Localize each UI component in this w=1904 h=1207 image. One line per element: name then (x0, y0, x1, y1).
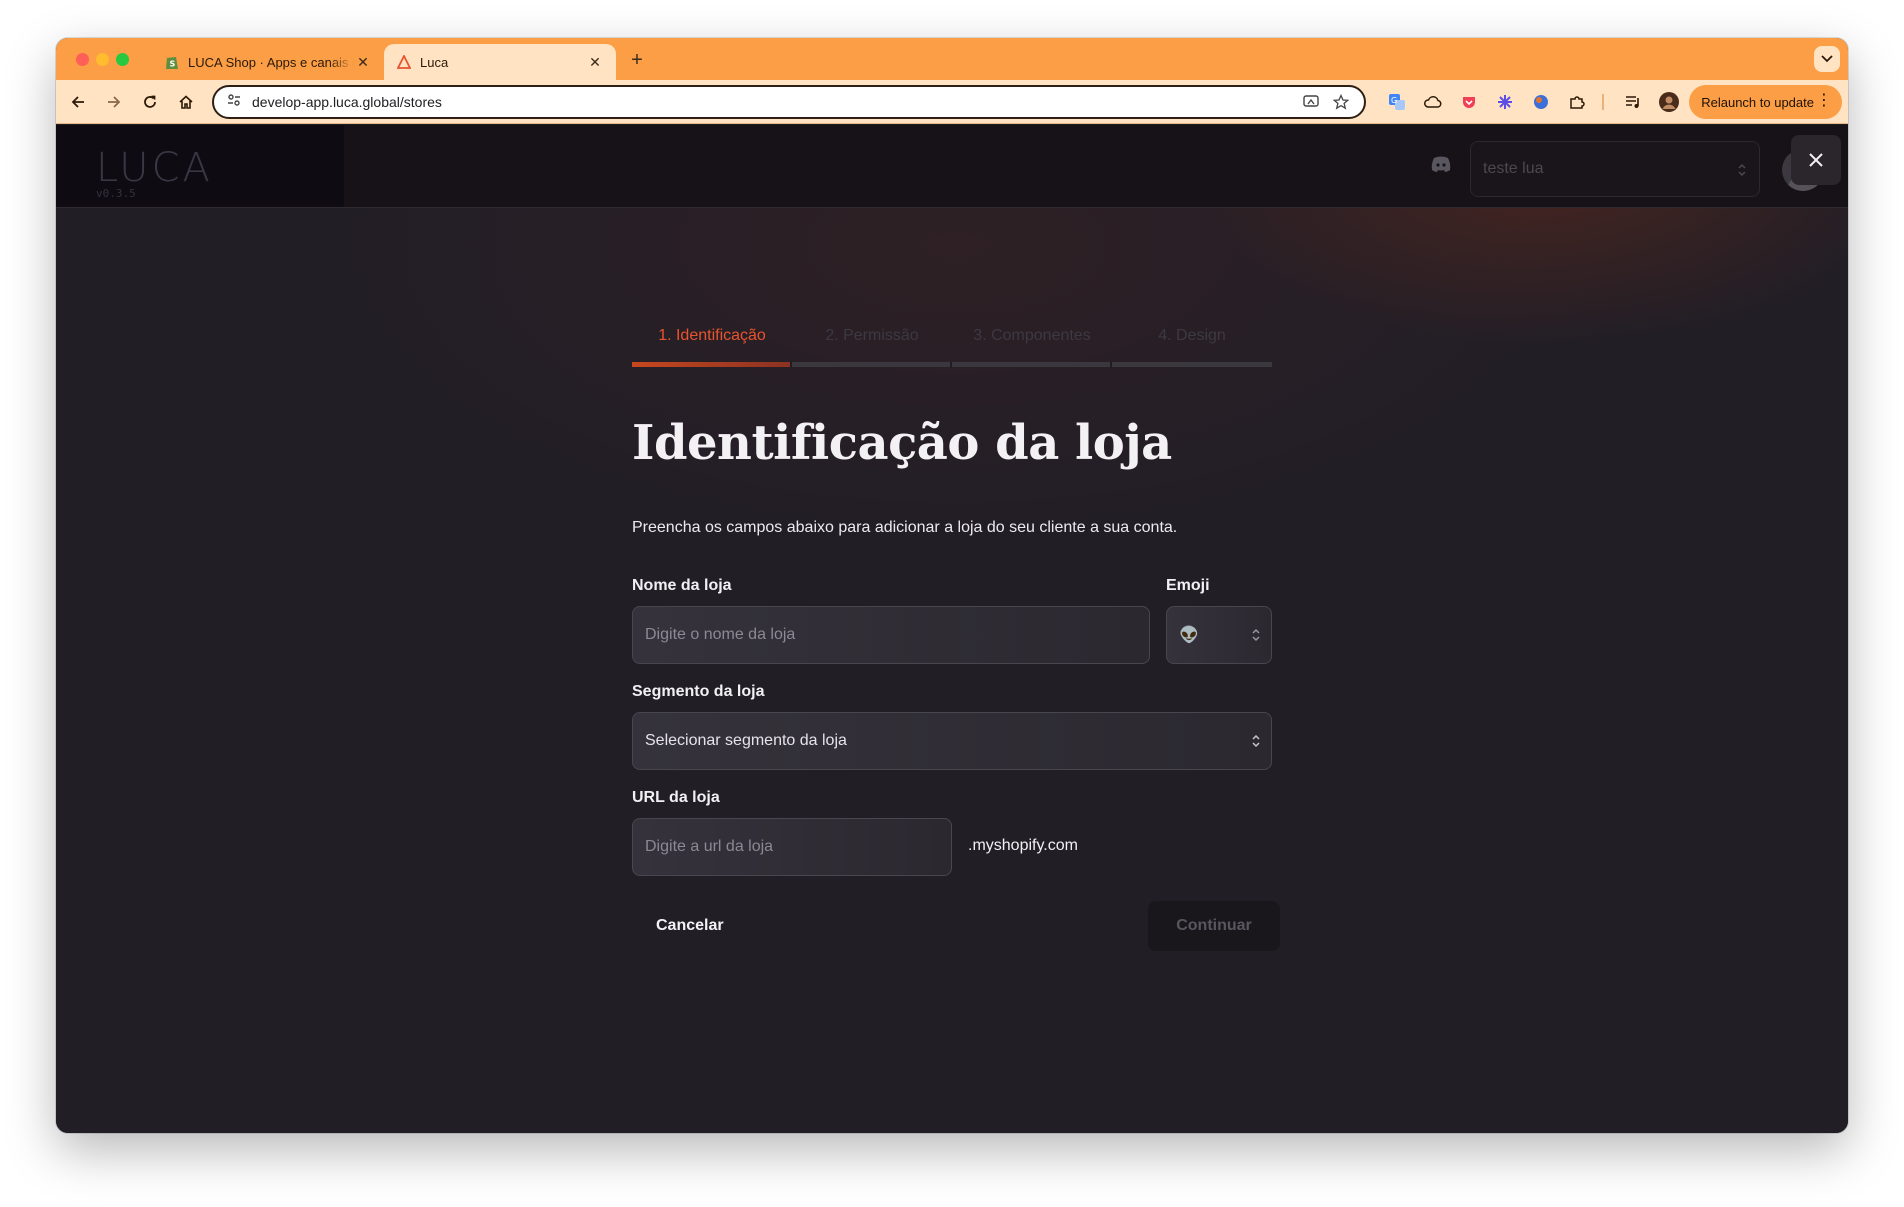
profile-avatar-icon[interactable] (1658, 91, 1680, 113)
minimize-window-button[interactable] (96, 53, 109, 66)
tab-luca[interactable]: Luca ✕ (384, 44, 616, 80)
close-icon (1809, 153, 1823, 167)
step-design[interactable]: 4. Design (1112, 317, 1272, 367)
app-viewport: LUCA v0.3.5 teste lua 1. Identificação 2… (56, 125, 1848, 1133)
app-version: v0.3.5 (96, 187, 136, 200)
store-selector-value: teste lua (1483, 160, 1544, 177)
store-name-label: Nome da loja (632, 577, 732, 594)
media-controls-icon[interactable] (1622, 91, 1644, 113)
address-bar[interactable]: develop-app.luca.global/stores (212, 85, 1366, 119)
tab-bar: S LUCA Shop · Apps e canais de vendas ✕ … (56, 38, 1848, 80)
site-settings-icon[interactable] (226, 92, 242, 113)
luca-triangle-icon (396, 54, 412, 70)
tab-luca-shop[interactable]: S LUCA Shop · Apps e canais de vendas ✕ (152, 44, 384, 80)
segment-select-value: Selecionar segmento da loja (645, 732, 847, 749)
segment-label: Segmento da loja (632, 683, 765, 700)
modal-close-button[interactable] (1791, 135, 1841, 185)
reload-button[interactable] (138, 90, 162, 114)
svg-text:S: S (170, 60, 176, 69)
arrow-left-icon (71, 96, 84, 108)
emoji-select[interactable]: 👽 (1166, 606, 1272, 664)
chevron-updown-icon (1252, 734, 1260, 748)
store-selector[interactable]: teste lua (1470, 141, 1760, 197)
browser-toolbar: develop-app.luca.global/stores G Relaunc… (56, 80, 1848, 124)
browser-window: S LUCA Shop · Apps e canais de vendas ✕ … (56, 38, 1848, 1133)
url-label: URL da loja (632, 789, 720, 806)
toolbar-divider (1602, 94, 1604, 110)
cancel-button[interactable]: Cancelar (632, 901, 748, 951)
new-tab-button[interactable]: + (626, 50, 648, 72)
maximize-window-button[interactable] (116, 53, 129, 66)
store-url-field[interactable] (632, 818, 952, 876)
step-progress-bar (632, 362, 792, 367)
url-suffix: .myshopify.com (968, 837, 1078, 854)
app-header: LUCA v0.3.5 teste lua (56, 125, 1848, 207)
step-progress-bar (952, 362, 1112, 367)
globe-extension-icon[interactable] (1530, 91, 1552, 113)
chevron-down-icon (1821, 55, 1833, 63)
step-progress-bar (1112, 362, 1272, 367)
translate-extension-icon[interactable]: G (1386, 91, 1408, 113)
step-permissao[interactable]: 2. Permissão (792, 317, 952, 367)
step-label: 1. Identificação (658, 327, 766, 344)
home-icon (179, 95, 193, 109)
cloud-extension-icon[interactable] (1422, 91, 1444, 113)
relaunch-label: Relaunch to update (1701, 94, 1814, 110)
url-text[interactable]: develop-app.luca.global/stores (252, 94, 1292, 110)
arrow-right-icon (108, 96, 121, 108)
svg-text:G: G (1391, 96, 1397, 105)
step-progress-bar (792, 362, 952, 367)
shopify-icon: S (164, 54, 180, 70)
continue-button[interactable]: Continuar (1148, 901, 1280, 951)
close-window-button[interactable] (76, 53, 89, 66)
step-label: 4. Design (1158, 327, 1226, 344)
extensions-puzzle-icon[interactable] (1566, 91, 1588, 113)
chevron-updown-icon (1738, 163, 1746, 177)
step-identificacao[interactable]: 1. Identificação (632, 317, 792, 367)
tab-search-button[interactable] (1814, 46, 1840, 72)
step-label: 2. Permissão (825, 327, 919, 344)
more-menu-icon[interactable]: ⋮ (1816, 93, 1832, 109)
page-subtitle: Preencha os campos abaixo para adicionar… (632, 519, 1178, 536)
tab-title: LUCA Shop · Apps e canais de vendas (188, 54, 354, 70)
store-name-field[interactable] (632, 606, 1150, 664)
emoji-value: 👽 (1179, 627, 1199, 644)
emoji-label: Emoji (1166, 577, 1210, 594)
store-url-input[interactable] (645, 838, 939, 856)
chevron-updown-icon (1252, 628, 1260, 642)
reload-icon (144, 95, 156, 108)
bookmark-star-icon[interactable] (1330, 91, 1352, 113)
close-tab-icon[interactable]: ✕ (354, 53, 372, 71)
relaunch-button[interactable]: Relaunch to update ⋮ (1689, 85, 1842, 119)
step-label: 3. Componentes (973, 327, 1091, 344)
step-componentes[interactable]: 3. Componentes (952, 317, 1112, 367)
app-logo: LUCA (96, 145, 213, 191)
tab-title: Luca (420, 54, 449, 70)
wizard-steps: 1. Identificação 2. Permissão 3. Compone… (632, 317, 1272, 367)
page-title: Identificação da loja (632, 415, 1172, 471)
segment-select[interactable]: Selecionar segmento da loja (632, 712, 1272, 770)
back-button[interactable] (66, 90, 90, 114)
cast-icon[interactable] (1300, 91, 1322, 113)
pocket-extension-icon[interactable] (1458, 91, 1480, 113)
asterisk-extension-icon[interactable] (1494, 91, 1516, 113)
store-name-input[interactable] (645, 626, 1137, 644)
home-button[interactable] (174, 90, 198, 114)
close-tab-icon[interactable]: ✕ (586, 53, 604, 71)
discord-icon[interactable] (1430, 155, 1452, 175)
forward-button[interactable] (102, 90, 126, 114)
